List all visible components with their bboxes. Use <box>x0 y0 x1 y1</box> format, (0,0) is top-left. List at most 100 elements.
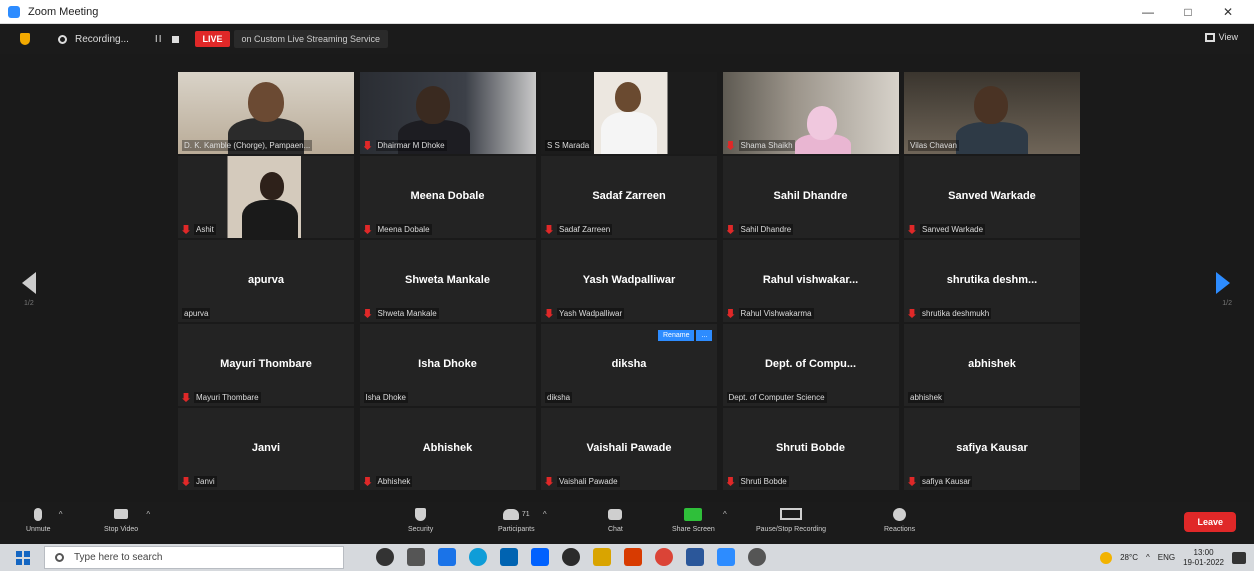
word-icon[interactable] <box>686 548 704 566</box>
participant-tile[interactable]: Dept. of Compu... Dept. of Computer Scien… <box>722 324 899 406</box>
taskbar-search-box[interactable]: Type here to search <box>44 546 344 569</box>
pause-recording-button[interactable]: II <box>155 34 163 45</box>
participant-name-label: Dhairmar M Dhoke <box>363 140 447 151</box>
participants-caret-icon[interactable]: ^ <box>543 510 547 519</box>
dropbox-icon[interactable] <box>531 548 549 566</box>
obs-icon[interactable] <box>562 548 580 566</box>
participant-tile[interactable]: Abhishek Abhishek <box>359 408 536 490</box>
muted-mic-icon <box>363 225 372 234</box>
participant-tile[interactable]: Sadaf Zarreen Sadaf Zarreen <box>541 156 717 238</box>
muted-mic-icon <box>726 141 735 150</box>
participant-name-label: S S Marada <box>545 140 592 151</box>
meeting-topbar: Recording... II LIVE on Custom Live Stre… <box>0 24 1254 54</box>
participant-name-label: Abhishek <box>363 476 413 487</box>
participant-tile[interactable]: abhishek abhishek <box>904 324 1080 406</box>
participant-tile[interactable]: Shruti Bobde Shruti Bobde <box>722 408 899 490</box>
participant-display-name: Rahul vishwakar... <box>762 274 859 286</box>
participant-label-text: Sadaf Zarreen <box>557 224 613 235</box>
store-icon[interactable] <box>500 548 518 566</box>
camera-icon <box>114 509 129 519</box>
next-page-arrow-icon[interactable] <box>1216 272 1230 294</box>
folder-icon[interactable] <box>593 548 611 566</box>
participant-display-name: diksha <box>611 358 647 370</box>
participant-tile[interactable]: Sanved Warkade Sanved Warkade <box>904 156 1080 238</box>
participant-tile[interactable]: S S Marada <box>541 72 717 154</box>
participant-tile[interactable]: Meena Dobale Meena Dobale <box>359 156 536 238</box>
participant-label-text: Ashit <box>194 224 216 235</box>
more-options-button[interactable]: ... <box>696 330 713 341</box>
clock-date: 19-01-2022 <box>1183 557 1224 567</box>
minimize-button[interactable]: — <box>1128 0 1168 24</box>
participant-tile[interactable]: Shama Shaikh <box>722 72 899 154</box>
tray-overflow-icon[interactable]: ^ <box>1146 553 1150 562</box>
zoom-app-icon <box>8 5 20 18</box>
muted-mic-icon <box>726 309 735 318</box>
weather-temp[interactable]: 28°C <box>1120 553 1138 562</box>
task-view-icon[interactable] <box>407 548 425 566</box>
participant-label-text: D. K. Kamble (Chorge), Pampaen... <box>182 140 313 151</box>
audio-options-caret-icon[interactable]: ^ <box>59 510 63 519</box>
participant-tile[interactable]: Sahil Dhandre Sahil Dhandre <box>722 156 899 238</box>
encryption-shield-icon[interactable] <box>20 33 30 45</box>
video-button[interactable]: Stop Video ^ <box>104 506 150 533</box>
chat-button[interactable]: Chat <box>608 506 623 533</box>
view-button[interactable]: View <box>1204 32 1238 42</box>
live-stream-target-dropdown[interactable]: on Custom Live Streaming Service <box>233 30 389 48</box>
recording-controls-button[interactable]: Pause/Stop Recording <box>756 506 826 533</box>
participant-label-text: Shama Shaikh <box>738 140 795 151</box>
participant-grid: D. K. Kamble (Chorge), Pampaen... Dhairma… <box>178 72 1080 490</box>
participant-name-label: Sadaf Zarreen <box>545 224 613 235</box>
leave-button[interactable]: Leave <box>1184 512 1236 532</box>
participant-tile[interactable]: safiya Kausar safiya Kausar <box>904 408 1080 490</box>
tile-hover-menu: Rename ... <box>658 330 713 341</box>
pause-stop-recording-icon <box>780 508 803 520</box>
security-button[interactable]: Security <box>408 506 433 533</box>
participant-display-name: Dept. of Compu... <box>764 358 857 370</box>
weather-icon[interactable] <box>1100 551 1113 564</box>
office-icon[interactable] <box>624 548 642 566</box>
edge-icon[interactable] <box>469 548 487 566</box>
reactions-button[interactable]: Reactions <box>884 506 915 533</box>
participant-tile[interactable]: Yash Wadpalliwar Yash Wadpalliwar <box>541 240 717 322</box>
clock[interactable]: 13:00 19-01-2022 <box>1183 548 1224 568</box>
notifications-icon[interactable] <box>1232 551 1246 564</box>
participant-tile[interactable]: Vilas Chavan <box>904 72 1080 154</box>
participant-name-label: Mayuri Thombare <box>182 392 261 403</box>
cortana-icon[interactable] <box>376 548 394 566</box>
participant-label-text: diksha <box>545 392 573 403</box>
participant-tile[interactable]: Isha Dhoke Isha Dhoke <box>359 324 536 406</box>
participant-name-label: diksha <box>545 392 573 403</box>
settings-icon[interactable] <box>748 548 766 566</box>
participant-tile[interactable]: Rahul vishwakar... Rahul Vishwakarma <box>722 240 899 322</box>
participant-tile[interactable]: D. K. Kamble (Chorge), Pampaen... <box>178 72 354 154</box>
participant-name-label: Ashit <box>182 224 216 235</box>
windows-start-icon[interactable] <box>16 550 30 565</box>
unmute-button[interactable]: Unmute ^ <box>26 506 63 533</box>
share-screen-label: Share Screen <box>672 526 715 533</box>
previous-page-arrow-icon[interactable] <box>22 272 36 294</box>
zoom-taskbar-icon[interactable] <box>717 548 735 566</box>
participants-button[interactable]: 71 Participants ^ <box>498 506 547 533</box>
recording-indicator: Recording... <box>58 34 129 45</box>
stop-recording-button[interactable] <box>172 35 180 43</box>
share-options-caret-icon[interactable]: ^ <box>723 510 727 519</box>
participant-tile[interactable]: Ashit <box>178 156 354 238</box>
video-options-caret-icon[interactable]: ^ <box>146 510 150 519</box>
participant-tile[interactable]: Mayuri Thombare Mayuri Thombare <box>178 324 354 406</box>
close-button[interactable]: ✕ <box>1208 0 1248 24</box>
file-explorer-icon[interactable] <box>438 548 456 566</box>
chat-icon <box>608 508 623 520</box>
maximize-button[interactable]: □ <box>1168 0 1208 24</box>
share-screen-button[interactable]: Share Screen ^ <box>672 506 727 533</box>
participant-tile[interactable]: Vaishali Pawade Vaishali Pawade <box>541 408 717 490</box>
language-indicator[interactable]: ENG <box>1158 553 1175 562</box>
participant-tile[interactable]: Janvi Janvi <box>178 408 354 490</box>
participant-display-name: safiya Kausar <box>956 442 1028 454</box>
participant-label-text: S S Marada <box>545 140 592 151</box>
chrome-icon[interactable] <box>655 548 673 566</box>
participant-tile[interactable]: apurva apurva <box>178 240 354 322</box>
participant-tile[interactable]: shrutika deshm... shrutika deshmukh <box>904 240 1080 322</box>
participant-tile[interactable]: Shweta Mankale Shweta Mankale <box>359 240 536 322</box>
participant-tile[interactable]: Dhairmar M Dhoke <box>359 72 536 154</box>
rename-button[interactable]: Rename <box>658 330 695 341</box>
